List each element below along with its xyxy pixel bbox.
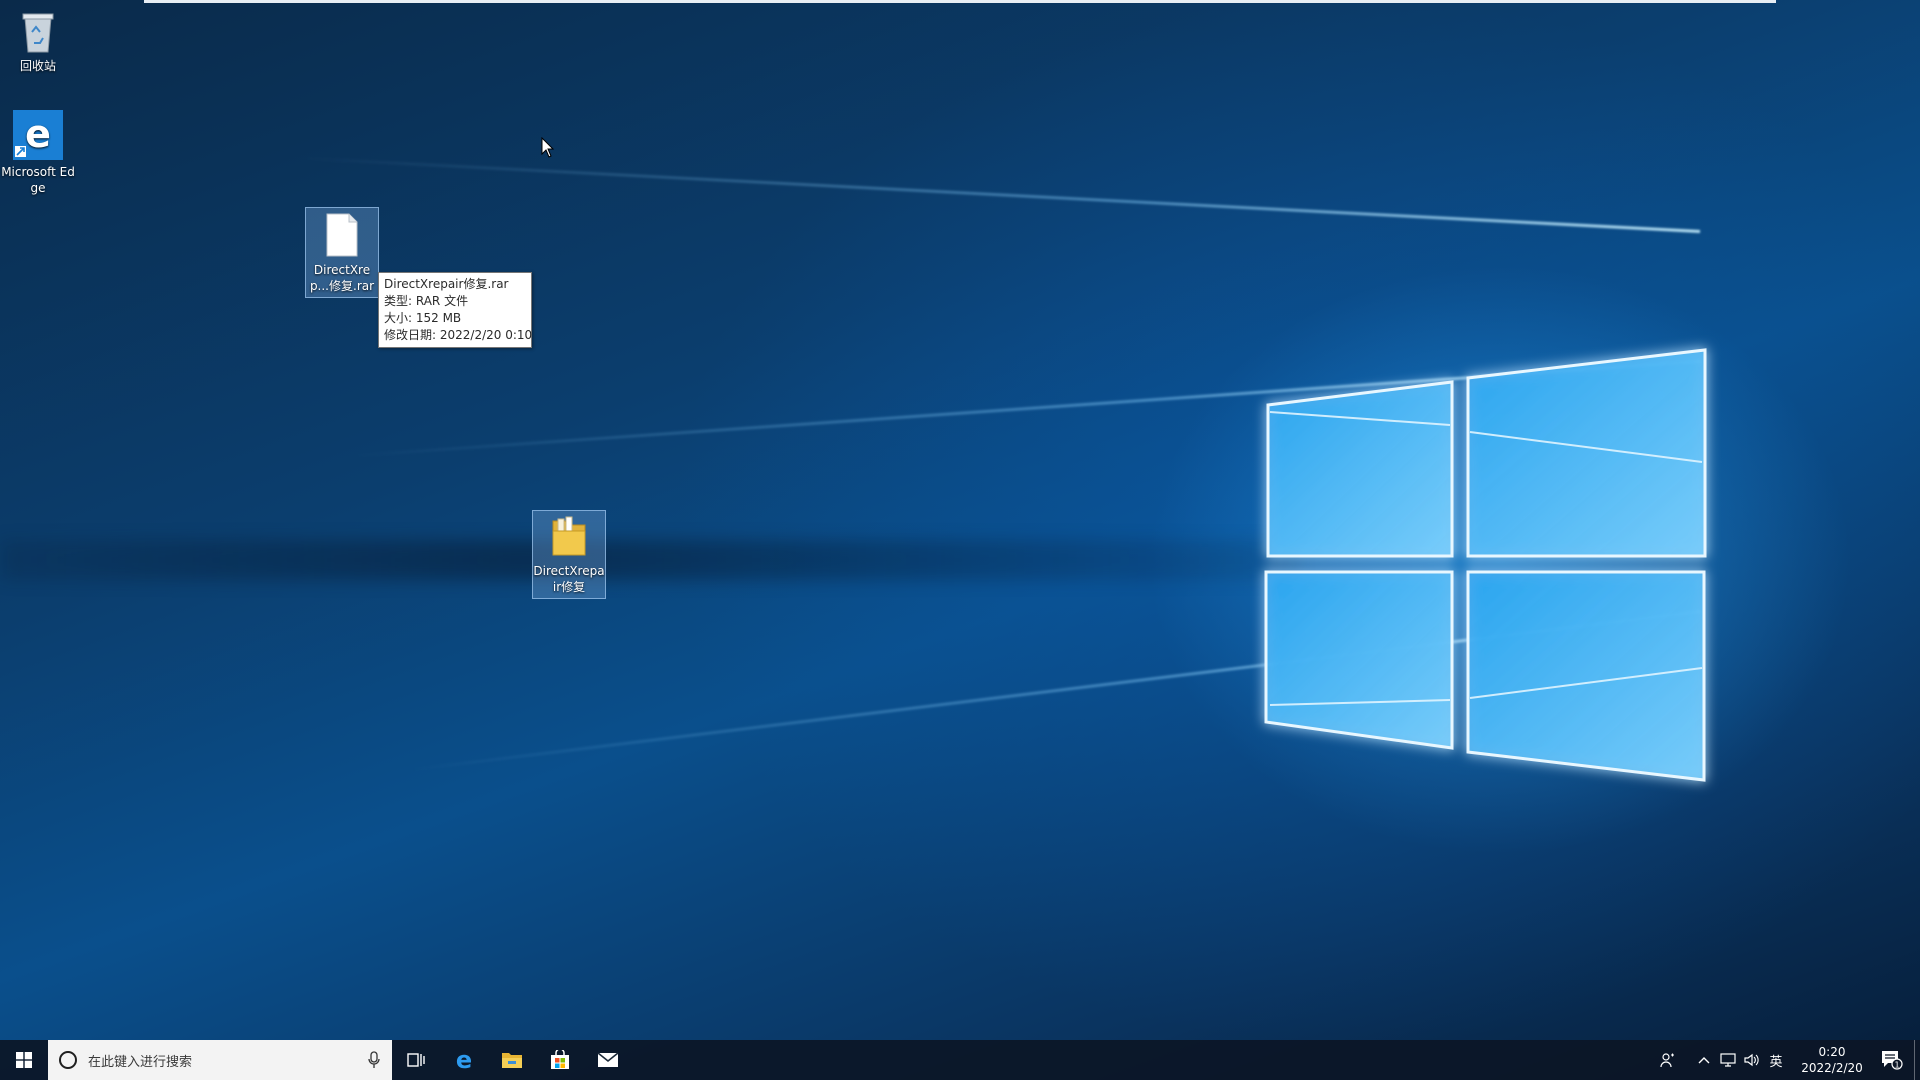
task-view-icon: [407, 1053, 425, 1067]
svg-text:e: e: [456, 1049, 472, 1071]
window-edge-line: [144, 0, 1776, 3]
taskbar: 在此键入进行搜索 e 英 0:20 2022/2/20 1: [0, 1040, 1920, 1080]
wallpaper-light-beam: [409, 610, 1701, 772]
rar-file-icon-item[interactable]: DirectXrep...修复.rar: [305, 207, 379, 298]
clock-time: 0:20: [1818, 1045, 1846, 1059]
svg-text:e: e: [25, 112, 51, 156]
windows-start-icon: [16, 1052, 32, 1068]
start-button[interactable]: [0, 1040, 48, 1080]
action-center-button[interactable]: 1: [1870, 1040, 1914, 1080]
show-desktop-button[interactable]: [1914, 1040, 1920, 1080]
file-explorer-icon: [502, 1053, 522, 1068]
tooltip-size: 大小: 152 MB: [384, 311, 462, 325]
search-placeholder: 在此键入进行搜索: [88, 1054, 193, 1070]
document-file-icon: [326, 213, 358, 257]
tooltip-filename: DirectXrepair修复.rar: [384, 277, 509, 291]
network-icon: [1720, 1053, 1736, 1067]
clock-date: 2022/2/20: [1801, 1061, 1863, 1075]
recycle-bin-label: 回收站: [19, 59, 56, 73]
chevron-up-icon: [1698, 1057, 1710, 1064]
folder-icon: [552, 516, 586, 556]
tooltip-modified: 修改日期: 2022/2/20 0:10: [384, 328, 533, 342]
people-icon: [1660, 1053, 1674, 1068]
taskbar-edge-button[interactable]: e: [440, 1040, 488, 1080]
taskbar-file-explorer-button[interactable]: [488, 1040, 536, 1080]
desktop[interactable]: 回收站 e Microsoft Edge DirectXrep...修复.rar…: [0, 0, 1920, 1080]
edge-icon: e: [456, 1049, 472, 1071]
speaker-icon: [1744, 1053, 1759, 1067]
folder-icon-item[interactable]: DirectXrepair修复: [532, 510, 606, 599]
clock[interactable]: 0:20 2022/2/20: [1794, 1044, 1870, 1076]
show-hidden-icons-button[interactable]: [1692, 1040, 1716, 1080]
recycle-bin-shortcut[interactable]: 回收站: [1, 6, 75, 77]
cortana-circle-icon: [59, 1051, 77, 1069]
mail-icon: [597, 1052, 619, 1067]
taskbar-store-button[interactable]: [536, 1040, 584, 1080]
edge-icon: e: [13, 110, 63, 160]
store-icon: [551, 1050, 569, 1069]
notification-count: 1: [1894, 1061, 1899, 1070]
ime-language-button[interactable]: 英: [1764, 1040, 1788, 1080]
network-button[interactable]: [1716, 1040, 1740, 1080]
taskbar-mail-button[interactable]: [584, 1040, 632, 1080]
microphone-icon[interactable]: [368, 1051, 380, 1069]
rar-file-label: DirectXrep...修复.rar: [309, 263, 375, 293]
folder-label: DirectXrepair修复: [533, 564, 605, 594]
wallpaper-shadow: [0, 540, 1300, 580]
tooltip-type: 类型: RAR 文件: [384, 294, 469, 308]
volume-button[interactable]: [1740, 1040, 1764, 1080]
system-tray: 英 0:20 2022/2/20 1: [1656, 1040, 1920, 1080]
windows-wallpaper-logo: [1264, 348, 1707, 782]
recycle-bin-icon: [22, 13, 54, 53]
microsoft-edge-shortcut[interactable]: e Microsoft Edge: [1, 106, 75, 199]
wallpaper-light-beam: [301, 156, 1701, 233]
notification-icon: 1: [1882, 1051, 1903, 1070]
wallpaper-light-beam: [353, 360, 1701, 458]
taskbar-search-box[interactable]: 在此键入进行搜索: [48, 1040, 392, 1080]
people-button[interactable]: [1656, 1040, 1680, 1080]
mouse-cursor-icon: [541, 137, 555, 158]
file-info-tooltip: DirectXrepair修复.rar 类型: RAR 文件 大小: 152 M…: [378, 272, 532, 348]
task-view-button[interactable]: [392, 1040, 440, 1080]
microsoft-edge-label: Microsoft Edge: [1, 165, 75, 195]
